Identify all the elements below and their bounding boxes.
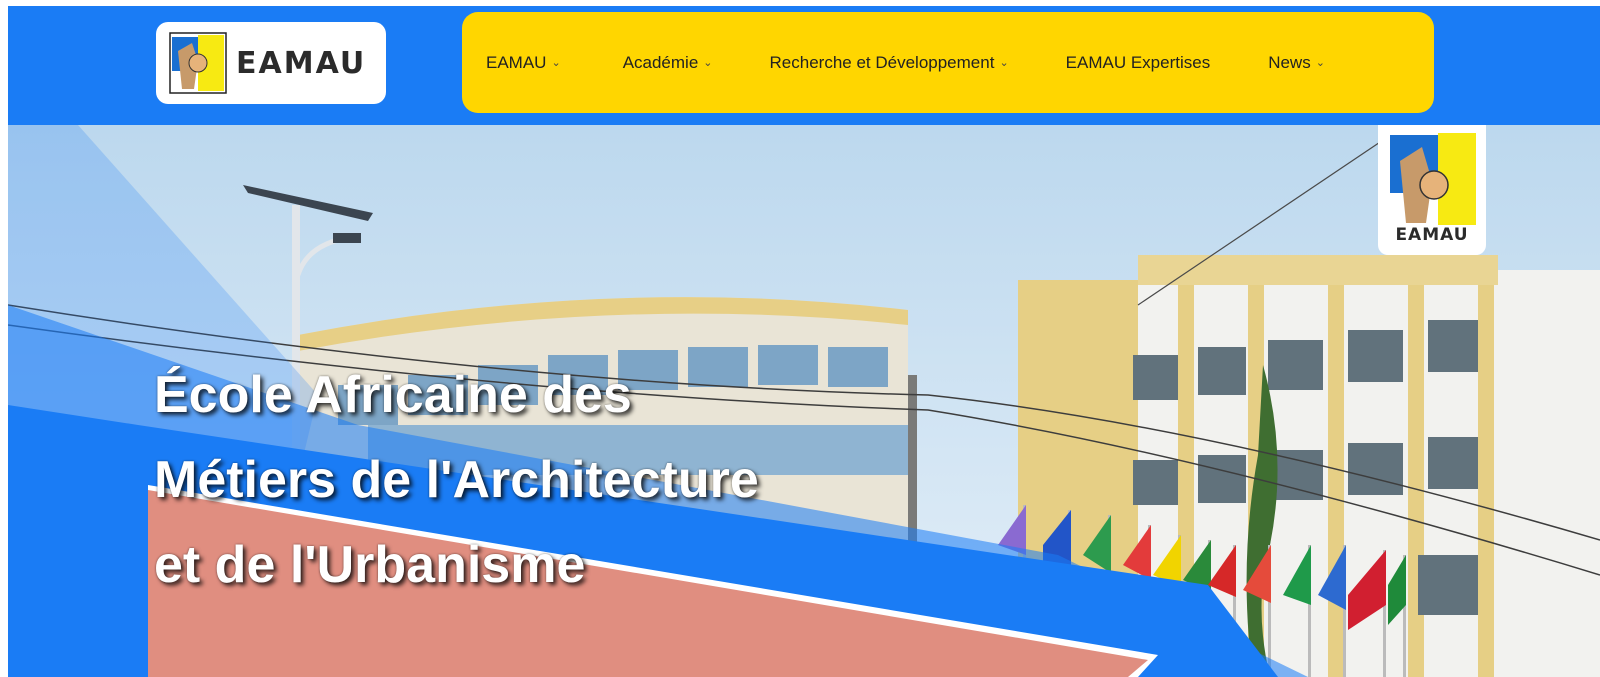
hero-title-line: École Africaine des bbox=[154, 366, 632, 424]
hero-title: École Africaine des Métiers de l'Archite… bbox=[154, 353, 914, 608]
chevron-down-icon: ⌄ bbox=[1315, 57, 1325, 69]
site-logo[interactable]: EAMAU bbox=[156, 22, 386, 104]
nav-item-expertises[interactable]: EAMAU Expertises bbox=[1066, 53, 1211, 73]
nav-item-eamau[interactable]: EAMAU ⌄ bbox=[486, 53, 561, 73]
nav-item-academie[interactable]: Académie ⌄ bbox=[623, 53, 713, 73]
logo-wordmark: EAMAU bbox=[236, 45, 367, 81]
eamau-emblem-icon bbox=[1388, 133, 1476, 225]
corner-logo: EAMAU bbox=[1378, 125, 1486, 255]
nav-item-label: Recherche et Développement bbox=[769, 52, 995, 72]
nav-item-news[interactable]: News ⌄ bbox=[1268, 53, 1325, 73]
nav-item-label: News bbox=[1268, 52, 1311, 72]
eamau-emblem-icon bbox=[169, 32, 227, 94]
chevron-down-icon: ⌄ bbox=[551, 57, 561, 69]
chevron-down-icon: ⌄ bbox=[999, 57, 1009, 69]
nav-item-label: EAMAU Expertises bbox=[1065, 52, 1211, 72]
corner-logo-wordmark: EAMAU bbox=[1395, 225, 1469, 245]
hero-banner: EAMAU École Africaine des Métiers de l'A… bbox=[8, 125, 1600, 677]
main-nav: EAMAU ⌄ Académie ⌄ Recherche et Développ… bbox=[462, 12, 1434, 113]
site-header: EAMAU EAMAU ⌄ Académie ⌄ Recherche et Dé… bbox=[8, 6, 1600, 125]
hero-title-line: et de l'Urbanisme bbox=[154, 536, 586, 594]
nav-item-recherche[interactable]: Recherche et Développement ⌄ bbox=[770, 53, 1009, 73]
chevron-down-icon: ⌄ bbox=[703, 57, 713, 69]
hero-title-line: Métiers de l'Architecture bbox=[154, 451, 759, 509]
nav-item-label: EAMAU bbox=[486, 52, 547, 72]
nav-item-label: Académie bbox=[622, 52, 699, 72]
